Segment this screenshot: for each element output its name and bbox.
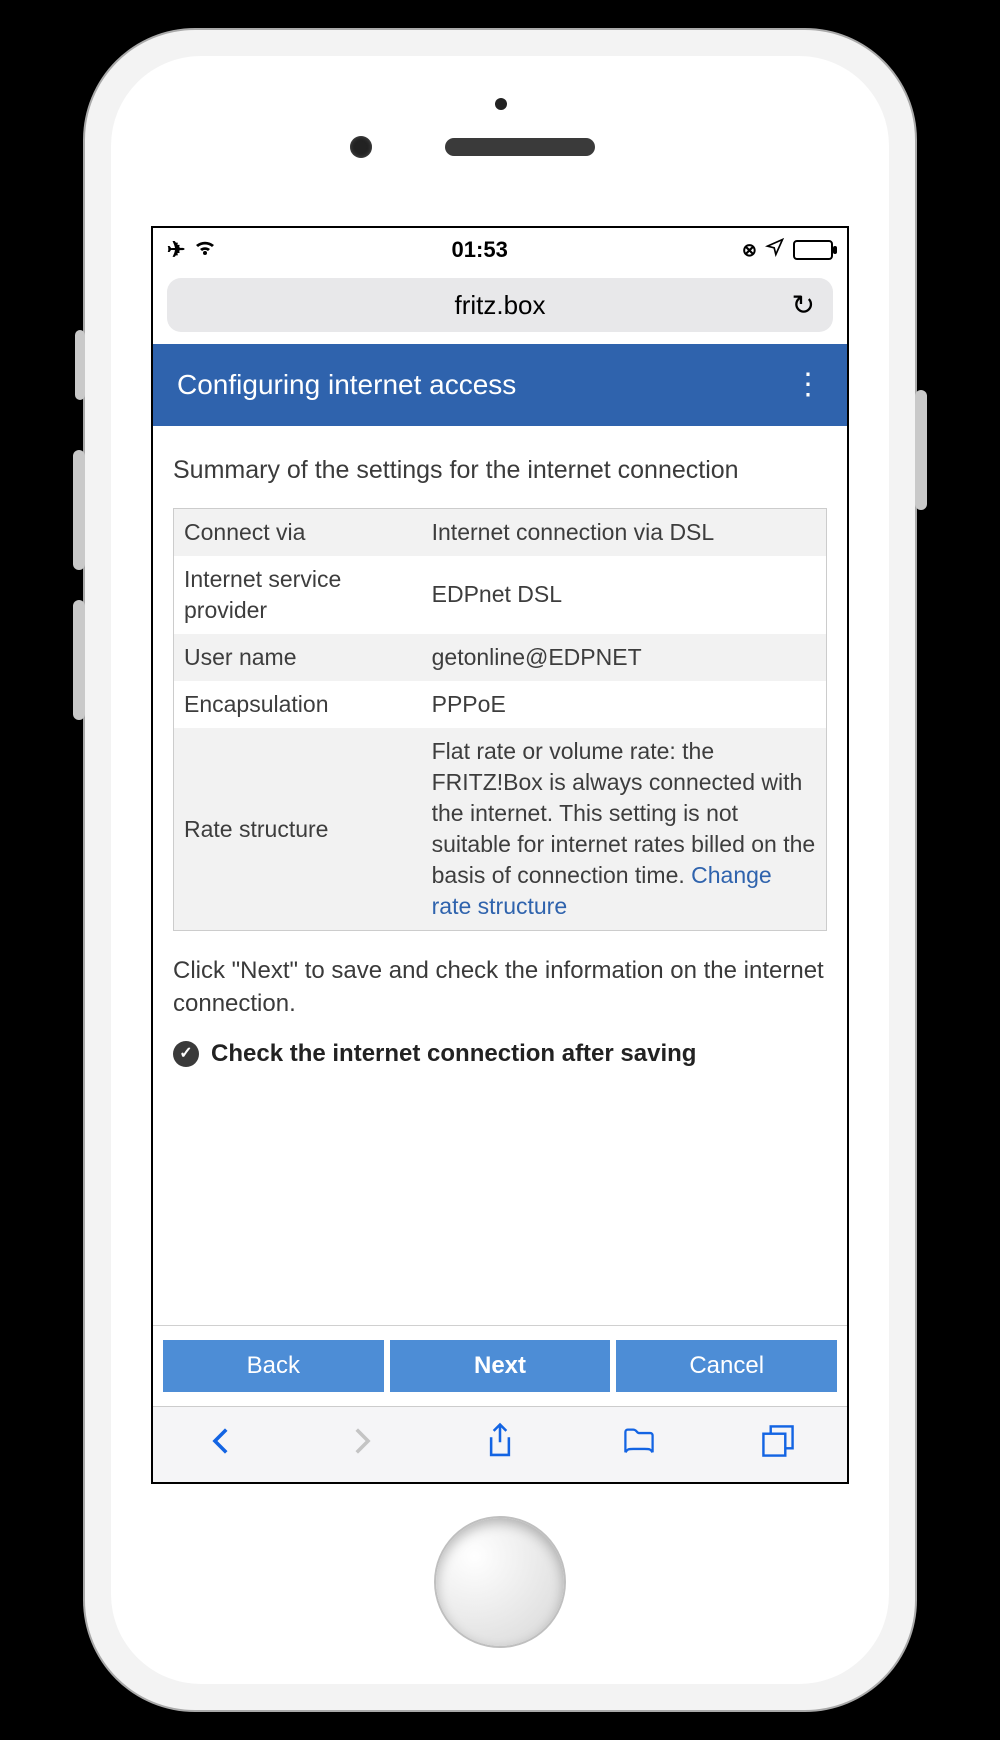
front-camera bbox=[350, 136, 372, 158]
checkbox-label: Check the internet connection after savi… bbox=[211, 1038, 696, 1070]
row-label: Internet service provider bbox=[174, 556, 422, 634]
airplane-mode-icon: ✈ bbox=[167, 237, 185, 263]
status-bar: ✈ 01:53 ⊗ bbox=[153, 228, 847, 272]
volume-up-button[interactable] bbox=[73, 450, 85, 570]
action-bar: Back Next Cancel bbox=[153, 1325, 847, 1406]
browser-back-icon[interactable] bbox=[205, 1422, 239, 1468]
row-value: getonline@EDPNET bbox=[422, 634, 827, 681]
earpiece-speaker bbox=[445, 138, 595, 156]
proximity-sensor bbox=[495, 98, 507, 110]
table-row: Rate structure Flat rate or volume rate:… bbox=[174, 728, 827, 931]
power-button[interactable] bbox=[915, 390, 927, 510]
phone-frame: ✈ 01:53 ⊗ fritz.box ↻ bbox=[85, 30, 915, 1710]
safari-toolbar bbox=[153, 1406, 847, 1482]
reload-icon[interactable]: ↻ bbox=[792, 289, 815, 322]
mute-switch[interactable] bbox=[75, 330, 85, 400]
battery-icon bbox=[793, 240, 833, 260]
volume-down-button[interactable] bbox=[73, 600, 85, 720]
address-url: fritz.box bbox=[454, 290, 545, 321]
settings-table: Connect via Internet connection via DSL … bbox=[173, 508, 827, 932]
summary-heading: Summary of the settings for the internet… bbox=[173, 454, 827, 488]
tabs-icon[interactable] bbox=[761, 1422, 795, 1468]
bookmarks-icon[interactable] bbox=[622, 1422, 656, 1468]
page-title: Configuring internet access bbox=[177, 369, 516, 401]
table-row: Encapsulation PPPoE bbox=[174, 681, 827, 728]
table-row: Internet service provider EDPnet DSL bbox=[174, 556, 827, 634]
browser-address-bar: fritz.box ↻ bbox=[153, 272, 847, 344]
instruction-text: Click "Next" to save and check the infor… bbox=[173, 955, 827, 1020]
menu-kebab-icon[interactable]: ⋮ bbox=[793, 379, 823, 391]
cancel-button[interactable]: Cancel bbox=[616, 1340, 837, 1392]
screen: ✈ 01:53 ⊗ fritz.box ↻ bbox=[151, 226, 849, 1484]
checkbox-checked-icon[interactable]: ✓ bbox=[173, 1041, 199, 1067]
row-value: EDPnet DSL bbox=[422, 556, 827, 634]
check-connection-row[interactable]: ✓ Check the internet connection after sa… bbox=[173, 1038, 827, 1070]
status-time: 01:53 bbox=[217, 237, 741, 263]
row-label: Rate structure bbox=[174, 728, 422, 931]
phone-body: ✈ 01:53 ⊗ fritz.box ↻ bbox=[111, 56, 889, 1684]
page-header: Configuring internet access ⋮ bbox=[153, 344, 847, 426]
row-label: User name bbox=[174, 634, 422, 681]
wifi-icon bbox=[193, 237, 217, 263]
back-button[interactable]: Back bbox=[163, 1340, 384, 1392]
next-button[interactable]: Next bbox=[390, 1340, 611, 1392]
home-button[interactable] bbox=[436, 1518, 564, 1646]
row-label: Encapsulation bbox=[174, 681, 422, 728]
share-icon[interactable] bbox=[483, 1422, 517, 1468]
address-pill[interactable]: fritz.box ↻ bbox=[167, 278, 833, 332]
page-content: Summary of the settings for the internet… bbox=[153, 426, 847, 1325]
orientation-lock-icon: ⊗ bbox=[742, 240, 757, 261]
table-row: User name getonline@EDPNET bbox=[174, 634, 827, 681]
row-value: Flat rate or volume rate: the FRITZ!Box … bbox=[422, 728, 827, 931]
location-icon bbox=[765, 237, 785, 263]
browser-forward-icon bbox=[344, 1422, 378, 1468]
table-row: Connect via Internet connection via DSL bbox=[174, 508, 827, 556]
row-value: Internet connection via DSL bbox=[422, 508, 827, 556]
row-label: Connect via bbox=[174, 508, 422, 556]
row-value: PPPoE bbox=[422, 681, 827, 728]
